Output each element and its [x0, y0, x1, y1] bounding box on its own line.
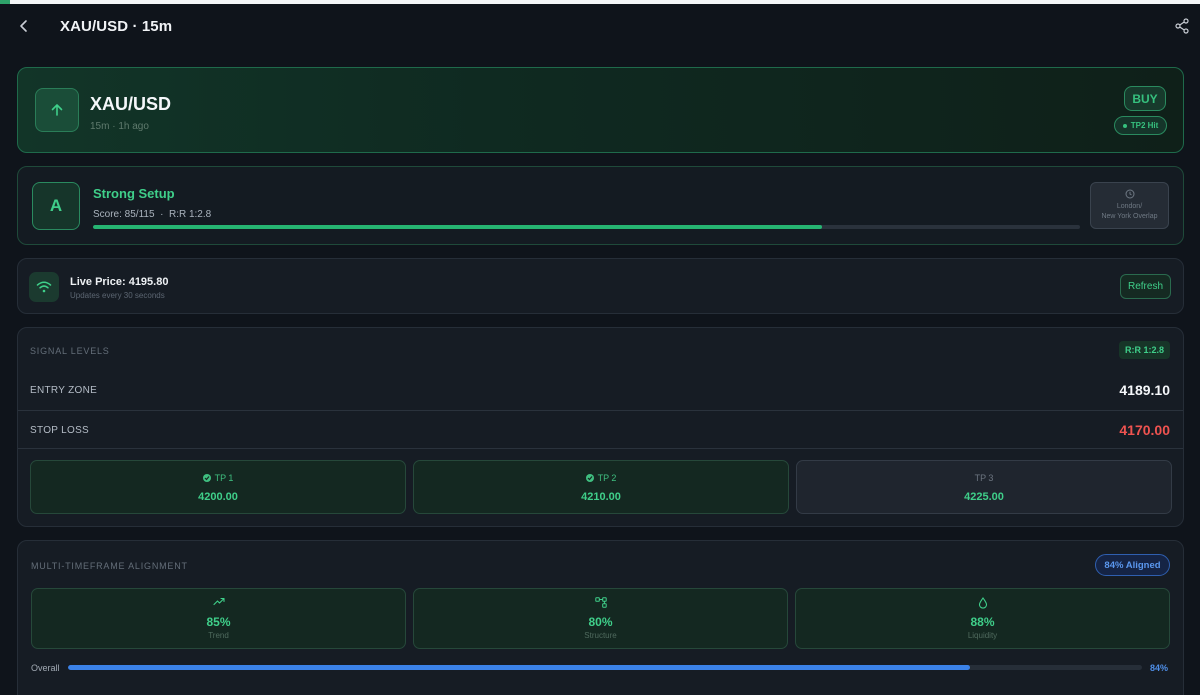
- take-profit-3: TP 3 4225.00: [796, 460, 1172, 514]
- refresh-button[interactable]: Refresh: [1120, 274, 1171, 299]
- trend-icon: [212, 597, 225, 606]
- live-price: Live Price: 4195.80: [70, 276, 169, 288]
- entry-zone-row: ENTRY ZONE 4189.10: [18, 371, 1183, 410]
- clock-icon: [1125, 189, 1134, 199]
- status-badge: TP2 Hit: [1114, 116, 1167, 135]
- app-header: XAU/USD · 15m: [0, 4, 1200, 52]
- page-title: XAU/USD · 15m: [60, 18, 173, 35]
- wifi-icon: [36, 281, 52, 293]
- status-badge-label: TP2 Hit: [1130, 121, 1159, 130]
- stop-loss-value: 4170.00: [1119, 422, 1170, 438]
- setup-score: Score: 85/115 · R:R 1:2.8: [93, 209, 212, 220]
- setup-grade: A: [32, 182, 80, 230]
- mtf-trend-label: Trend: [208, 631, 229, 640]
- live-price-update-note: Updates every 30 seconds: [70, 291, 165, 300]
- mtf-structure: 80% Structure: [413, 588, 788, 649]
- mtf-structure-label: Structure: [584, 631, 617, 640]
- mtf-trend: 85% Trend: [31, 588, 406, 649]
- take-profit-value: 4200.00: [198, 491, 238, 503]
- take-profit-value: 4225.00: [964, 491, 1004, 503]
- connection-indicator: [29, 272, 59, 302]
- droplet-icon: [978, 597, 987, 609]
- mtf-structure-percent: 80%: [588, 615, 613, 629]
- setup-card: A Strong Setup Score: 85/115 · R:R 1:2.8…: [17, 166, 1184, 245]
- risk-reward-chip: R:R 1:2.8: [1119, 341, 1170, 359]
- take-profit-label: TP 2: [597, 473, 617, 483]
- take-profit-label: TP 3: [974, 473, 994, 483]
- setup-score-bar: [93, 225, 1080, 229]
- overall-alignment-fill: [68, 665, 971, 670]
- share-icon: [1175, 18, 1189, 34]
- check-circle-icon: [585, 474, 594, 482]
- mtf-liquidity-label: Liquidity: [967, 631, 998, 640]
- arrow-up-icon: [51, 104, 63, 116]
- signal-levels-card: SIGNAL LEVELS R:R 1:2.8 ENTRY ZONE 4189.…: [17, 327, 1184, 527]
- pair-symbol: XAU/USD: [90, 94, 172, 114]
- status-dot-icon: [1122, 123, 1127, 128]
- mtf-alignment-title: MULTI-TIMEFRAME ALIGNMENT: [31, 561, 188, 571]
- live-price-card: Live Price: 4195.80 Updates every 30 sec…: [17, 258, 1184, 314]
- entry-zone-label: ENTRY ZONE: [30, 385, 98, 396]
- pair-meta: 15m · 1h ago: [90, 121, 149, 132]
- mtf-alignment-card: MULTI-TIMEFRAME ALIGNMENT 84% Aligned 85…: [17, 540, 1184, 695]
- overall-alignment-label: Overall: [31, 663, 60, 673]
- signal-levels-title: SIGNAL LEVELS: [30, 346, 110, 356]
- direction-indicator: [35, 88, 79, 132]
- stop-loss-row: STOP LOSS 4170.00: [18, 410, 1183, 449]
- mtf-trend-percent: 85%: [206, 615, 231, 629]
- pair-card: XAU/USD 15m · 1h ago BUY TP2 Hit: [17, 67, 1184, 153]
- take-profit-1: TP 1 4200.00: [30, 460, 406, 514]
- session-indicator: London/ New York Overlap: [1090, 182, 1169, 229]
- entry-zone-value: 4189.10: [1119, 382, 1170, 398]
- session-label: London/ New York Overlap: [1101, 203, 1158, 220]
- back-button[interactable]: [14, 16, 34, 36]
- setup-title: Strong Setup: [93, 186, 175, 201]
- structure-icon: [594, 597, 607, 608]
- mtf-liquidity-percent: 88%: [970, 615, 995, 629]
- chevron-left-icon: [20, 20, 27, 32]
- alignment-badge: 84% Aligned: [1095, 554, 1170, 576]
- take-profit-value: 4210.00: [581, 491, 621, 503]
- direction-badge: BUY: [1124, 86, 1166, 111]
- mtf-liquidity: 88% Liquidity: [795, 588, 1170, 649]
- check-circle-icon: [202, 474, 211, 482]
- stop-loss-label: STOP LOSS: [30, 425, 90, 436]
- overall-alignment-percent: 84%: [1150, 663, 1169, 673]
- overall-alignment-bar: [68, 665, 1142, 670]
- take-profit-label: TP 1: [214, 473, 234, 483]
- share-button[interactable]: [1174, 18, 1192, 36]
- take-profit-2: TP 2 4210.00: [413, 460, 789, 514]
- setup-score-fill: [93, 225, 823, 229]
